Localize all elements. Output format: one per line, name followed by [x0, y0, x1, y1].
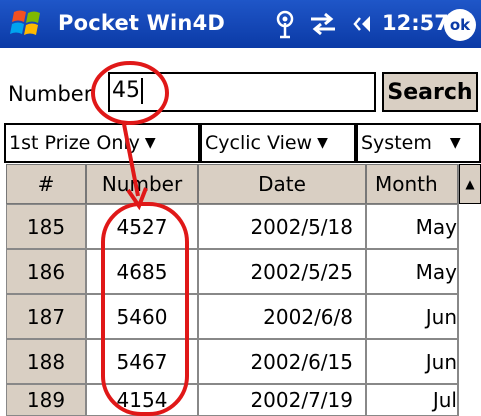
row-index: 187 — [6, 294, 86, 339]
row-number: 4154 — [86, 384, 198, 416]
row-number: 5460 — [86, 294, 198, 339]
row-date: 2002/5/18 — [198, 204, 366, 249]
row-month: Jun — [366, 294, 458, 339]
view-mode-value: Cyclic View — [205, 132, 313, 154]
row-number: 4685 — [86, 249, 198, 294]
prize-filter-dropdown[interactable]: 1st Prize Only ▼ — [4, 123, 200, 163]
column-header-month[interactable]: Month — [366, 164, 458, 204]
row-month: Jul — [366, 384, 458, 416]
row-month: Jun — [366, 339, 458, 384]
column-header-number[interactable]: Number — [86, 164, 198, 204]
row-index: 185 — [6, 204, 86, 249]
row-date: 2002/6/8 — [198, 294, 366, 339]
clock-time[interactable]: 12:57 — [382, 11, 449, 35]
row-month: May — [366, 204, 458, 249]
number-input-value: 45 — [112, 78, 140, 103]
chevron-down-icon: ▼ — [144, 135, 156, 151]
vertical-scrollbar[interactable]: ▲ — [458, 164, 481, 416]
search-button[interactable]: Search — [382, 72, 478, 112]
number-label: Number — [8, 82, 93, 106]
row-index: 186 — [6, 249, 86, 294]
prize-filter-value: 1st Prize Only — [9, 132, 140, 154]
system-dropdown[interactable]: System ▼ — [356, 123, 481, 163]
column-header-index[interactable]: # — [6, 164, 86, 204]
row-index: 188 — [6, 339, 86, 384]
row-date: 2002/7/19 — [198, 384, 366, 416]
column-header-date[interactable]: Date — [198, 164, 366, 204]
title-bar: Pocket Win4D 12:57 ok — [0, 0, 481, 48]
windows-start-icon[interactable] — [8, 6, 48, 42]
row-index: 189 — [6, 384, 86, 416]
scroll-up-arrow-icon[interactable]: ▲ — [459, 164, 481, 204]
antenna-icon[interactable] — [272, 9, 298, 39]
row-date: 2002/6/15 — [198, 339, 366, 384]
row-number: 4527 — [86, 204, 198, 249]
sync-icon[interactable] — [308, 11, 338, 37]
row-month: May — [366, 249, 458, 294]
chevron-down-icon: ▼ — [317, 135, 328, 151]
ok-button[interactable]: ok — [444, 9, 476, 41]
chevron-down-icon: ▼ — [449, 135, 461, 151]
view-mode-dropdown[interactable]: Cyclic View ▼ — [200, 123, 356, 163]
system-value: System — [361, 132, 432, 154]
text-caret — [141, 78, 143, 104]
ok-label: ok — [449, 16, 471, 34]
app-title: Pocket Win4D — [58, 11, 226, 35]
row-date: 2002/5/25 — [198, 249, 366, 294]
row-number: 5467 — [86, 339, 198, 384]
volume-icon[interactable] — [352, 12, 378, 36]
number-input[interactable]: 45 — [108, 72, 376, 112]
